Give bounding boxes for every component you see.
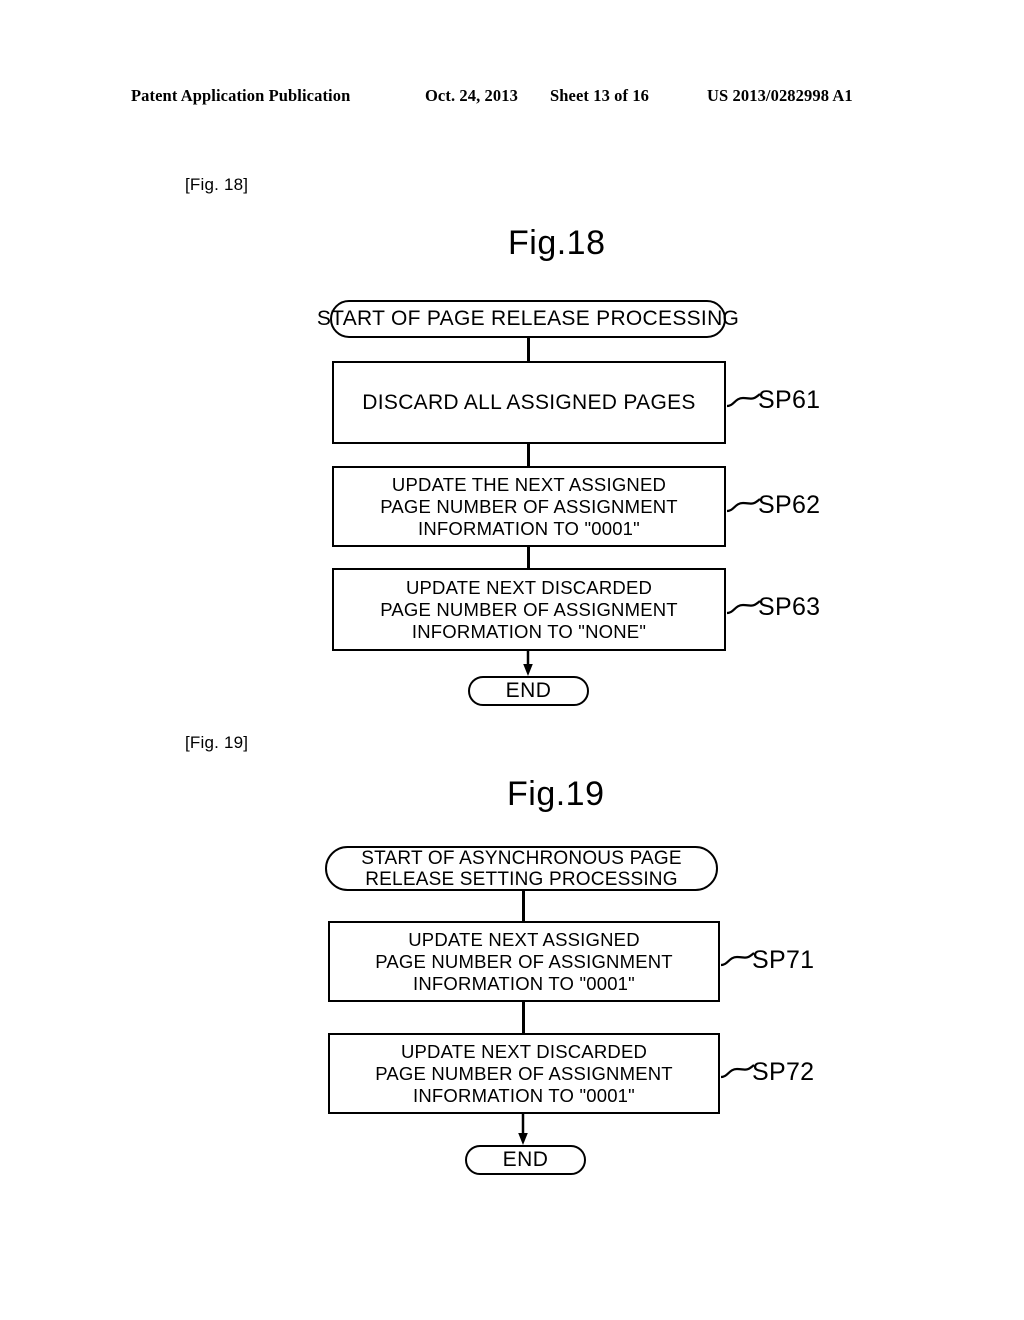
fig18-step-sp61-box: DISCARD ALL ASSIGNED PAGES <box>332 361 726 444</box>
fig18-connector-sp62-sp63 <box>527 547 530 568</box>
fig19-step-label-sp71: SP71 <box>752 946 815 974</box>
figure-caption-19: Fig.19 <box>507 775 605 813</box>
header-date: Oct. 24, 2013 <box>425 86 518 105</box>
fig19-step-sp71-line-1: UPDATE NEXT ASSIGNED <box>408 928 640 950</box>
fig19-step-sp72-line-1: UPDATE NEXT DISCARDED <box>400 1040 648 1062</box>
fig18-step-sp62-line-1: UPDATE THE NEXT ASSIGNED <box>391 473 667 495</box>
fig19-step-sp71-line-3: INFORMATION TO "0001" <box>413 972 635 994</box>
fig18-step-sp63-line-1: UPDATE NEXT DISCARDED <box>405 576 653 598</box>
fig19-leader-sp72 <box>720 1064 755 1079</box>
fig19-step-sp72-box: UPDATE NEXT DISCARDED PAGE NUMBER OF ASS… <box>328 1033 720 1114</box>
fig19-step-sp71-line-2: PAGE NUMBER OF ASSIGNMENT <box>375 950 673 972</box>
fig18-end-label: END <box>505 679 552 702</box>
fig18-leader-sp63 <box>726 600 761 615</box>
figure-caption-18: Fig.18 <box>508 224 606 262</box>
fig18-end-terminator: END <box>468 676 589 706</box>
header-sheet: Sheet 13 of 16 <box>550 86 650 105</box>
fig18-start-terminator: START OF PAGE RELEASE PROCESSING <box>317 300 739 338</box>
header-patent-number: US 2013/0282998 A1 <box>707 86 853 105</box>
fig18-connector-sp61-sp62 <box>527 444 530 466</box>
fig19-start-terminator: START OF ASYNCHRONOUS PAGE RELEASE SETTI… <box>325 846 718 891</box>
header-publication: Patent Application Publication <box>131 86 351 105</box>
fig19-step-sp71-box: UPDATE NEXT ASSIGNED PAGE NUMBER OF ASSI… <box>328 921 720 1002</box>
fig18-step-sp61-line-1: DISCARD ALL ASSIGNED PAGES <box>362 391 696 414</box>
fig18-step-sp63-line-3: INFORMATION TO "NONE" <box>411 620 647 642</box>
fig19-connector-sp71-sp72 <box>522 1002 525 1033</box>
fig18-step-sp62-line-3: INFORMATION TO "0001" <box>418 517 640 539</box>
fig18-step-label-sp61: SP61 <box>758 386 821 414</box>
figure-tag-18: [Fig. 18] <box>185 175 249 194</box>
fig19-end-label: END <box>502 1148 549 1171</box>
fig19-step-label-sp72: SP72 <box>752 1058 815 1086</box>
fig18-step-label-sp62: SP62 <box>758 491 821 519</box>
page-header: Patent Application Publication Oct. 24, … <box>0 86 1024 112</box>
fig18-leader-sp61 <box>726 393 761 408</box>
fig18-leader-sp62 <box>726 498 761 513</box>
fig19-leader-sp71 <box>720 952 755 967</box>
fig18-connector-start-sp61 <box>527 338 530 361</box>
fig18-connector-sp63-end <box>523 651 533 676</box>
figure-tag-19: [Fig. 19] <box>185 733 249 752</box>
fig18-step-sp63-box: UPDATE NEXT DISCARDED PAGE NUMBER OF ASS… <box>332 568 726 651</box>
fig18-start-label: START OF PAGE RELEASE PROCESSING <box>316 307 740 330</box>
fig18-step-sp62-line-2: PAGE NUMBER OF ASSIGNMENT <box>380 495 678 517</box>
fig19-step-sp72-line-2: PAGE NUMBER OF ASSIGNMENT <box>375 1062 673 1084</box>
fig19-connector-start-sp71 <box>522 891 525 921</box>
fig18-step-sp63-line-2: PAGE NUMBER OF ASSIGNMENT <box>380 598 678 620</box>
fig19-connector-sp72-end <box>518 1114 528 1145</box>
fig19-step-sp72-line-3: INFORMATION TO "0001" <box>413 1084 635 1106</box>
fig18-step-sp62-box: UPDATE THE NEXT ASSIGNED PAGE NUMBER OF … <box>332 466 726 547</box>
fig19-start-line-1: START OF ASYNCHRONOUS PAGE <box>361 847 682 869</box>
fig19-end-terminator: END <box>465 1145 586 1175</box>
fig18-step-label-sp63: SP63 <box>758 593 821 621</box>
fig19-start-line-2: RELEASE SETTING PROCESSING <box>365 868 678 890</box>
